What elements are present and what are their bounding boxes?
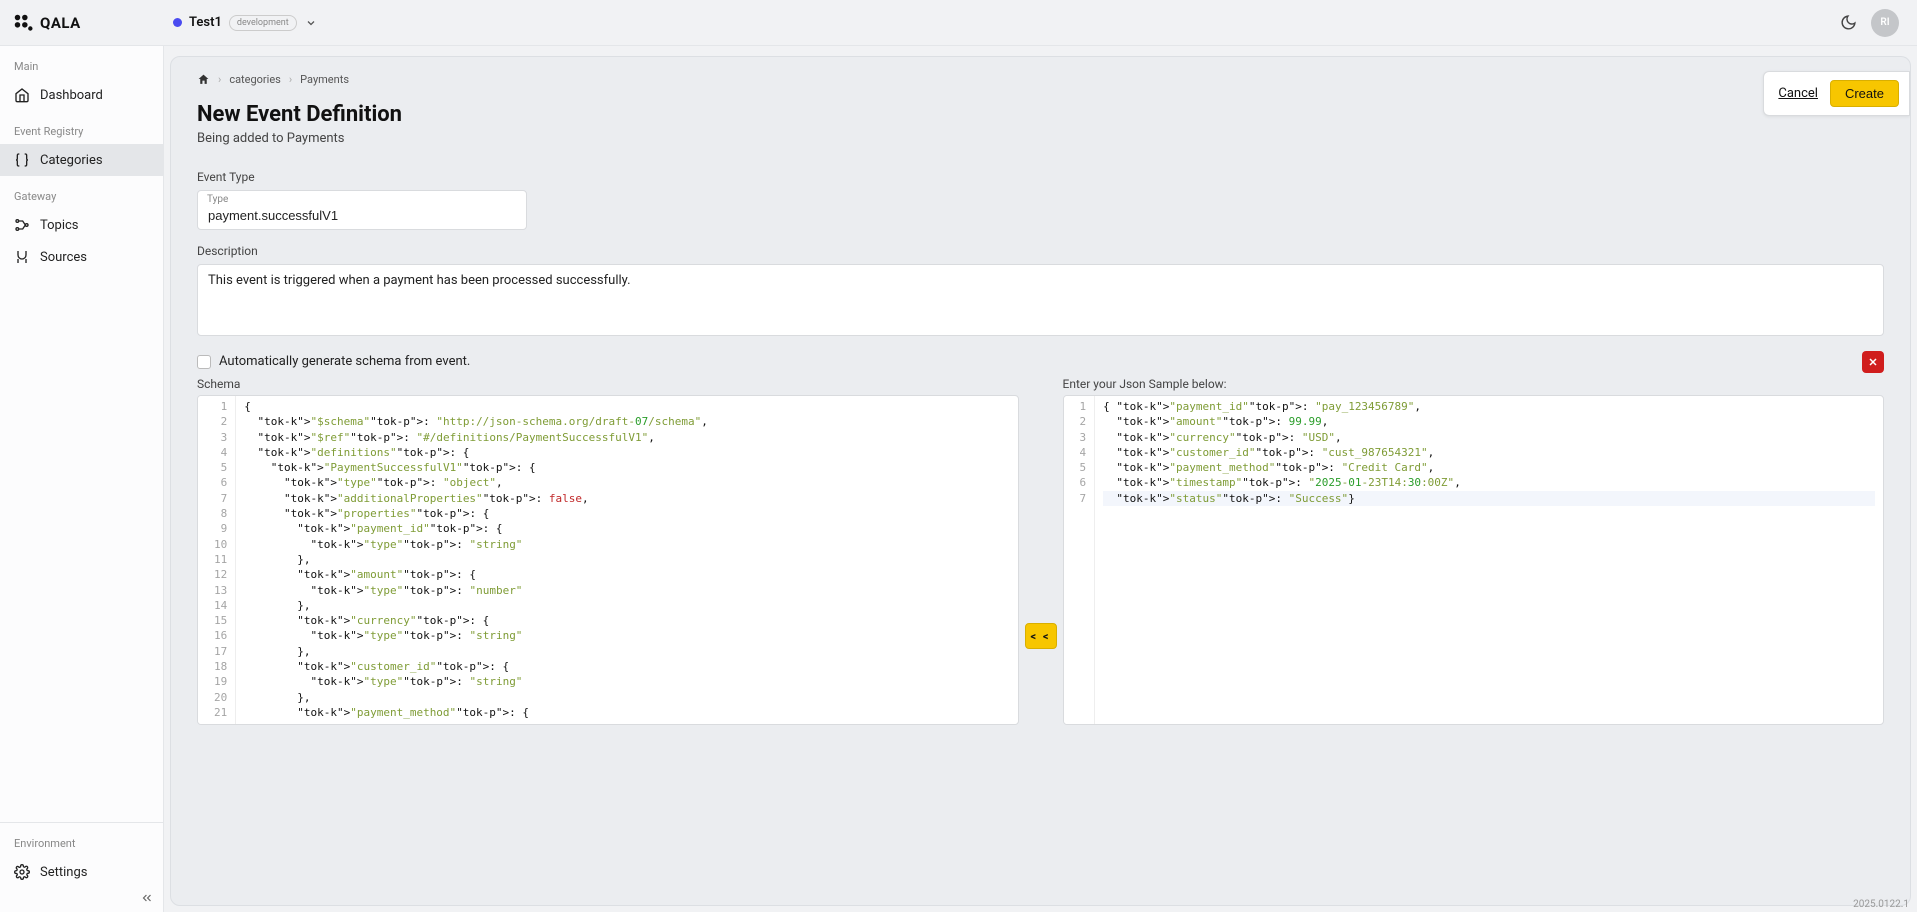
sample-label: Enter your Json Sample below: xyxy=(1063,377,1885,391)
sidebar: Main Dashboard Event Registry Categories… xyxy=(0,46,164,912)
breadcrumb-payments[interactable]: Payments xyxy=(300,73,349,86)
schema-editor[interactable]: 123456789101112131415161718192021 { "tok… xyxy=(197,395,1019,725)
topics-icon xyxy=(14,217,30,233)
autogen-label: Automatically generate schema from event… xyxy=(219,354,470,369)
sidebar-section-main: Main xyxy=(0,46,163,79)
sidebar-item-sources[interactable]: Sources xyxy=(0,241,163,273)
brand-icon xyxy=(12,12,34,34)
sidebar-item-label: Dashboard xyxy=(40,88,103,103)
version-label: 2025.0122.1 xyxy=(1853,899,1909,910)
close-icon xyxy=(1867,356,1879,368)
sidebar-section-environment: Environment xyxy=(0,823,163,856)
description-textarea[interactable] xyxy=(197,264,1884,336)
breadcrumb: › categories › Payments xyxy=(197,73,1884,86)
topbar: QALA Test1 development RI xyxy=(0,0,1917,46)
home-icon xyxy=(14,87,30,103)
sidebar-section-eventregistry: Event Registry xyxy=(0,111,163,144)
chevron-down-icon xyxy=(304,16,318,30)
cancel-button[interactable]: Cancel xyxy=(1778,86,1818,101)
page-subtitle: Being added to Payments xyxy=(197,131,1884,146)
sources-icon xyxy=(14,249,30,265)
sidebar-item-label: Topics xyxy=(40,218,79,233)
project-dot-icon xyxy=(173,18,182,27)
gear-icon xyxy=(14,864,30,880)
page-title: New Event Definition xyxy=(197,102,1884,127)
theme-toggle[interactable] xyxy=(1835,10,1861,36)
project-name: Test1 xyxy=(189,15,222,30)
transfer-button[interactable]: < < xyxy=(1025,623,1057,649)
close-sample-button[interactable] xyxy=(1862,351,1884,373)
sidebar-item-categories[interactable]: Categories xyxy=(0,144,163,176)
chevron-right-icon: › xyxy=(218,73,221,86)
home-icon[interactable] xyxy=(197,73,210,86)
sidebar-item-label: Settings xyxy=(40,865,87,880)
sidebar-item-dashboard[interactable]: Dashboard xyxy=(0,79,163,111)
chevrons-left-icon xyxy=(140,891,154,905)
schema-label: Schema xyxy=(197,377,1019,391)
create-button[interactable]: Create xyxy=(1830,80,1899,107)
sidebar-item-label: Sources xyxy=(40,250,87,265)
header-actions: Cancel Create xyxy=(1763,71,1910,116)
main: › categories › Payments New Event Defini… xyxy=(164,46,1917,912)
brand-text: QALA xyxy=(40,14,81,32)
event-type-input[interactable] xyxy=(197,190,527,230)
env-badge: development xyxy=(229,15,297,31)
braces-icon xyxy=(14,152,30,168)
event-type-label: Event Type xyxy=(197,170,1884,184)
sidebar-item-label: Categories xyxy=(40,153,103,168)
description-label: Description xyxy=(197,244,1884,258)
sample-editor[interactable]: 1234567 { "tok-k">"payment_id""tok-p">: … xyxy=(1063,395,1885,725)
sidebar-item-settings[interactable]: Settings xyxy=(0,856,163,888)
sidebar-item-topics[interactable]: Topics xyxy=(0,209,163,241)
autogen-checkbox[interactable] xyxy=(197,355,211,369)
avatar[interactable]: RI xyxy=(1871,9,1899,37)
type-float-label: Type xyxy=(207,194,228,205)
sidebar-section-gateway: Gateway xyxy=(0,176,163,209)
collapse-sidebar-button[interactable] xyxy=(137,888,157,908)
project-selector[interactable]: Test1 development xyxy=(173,15,318,31)
brand-logo: QALA xyxy=(12,12,167,34)
chevron-right-icon: › xyxy=(289,73,292,86)
breadcrumb-categories[interactable]: categories xyxy=(229,73,281,86)
